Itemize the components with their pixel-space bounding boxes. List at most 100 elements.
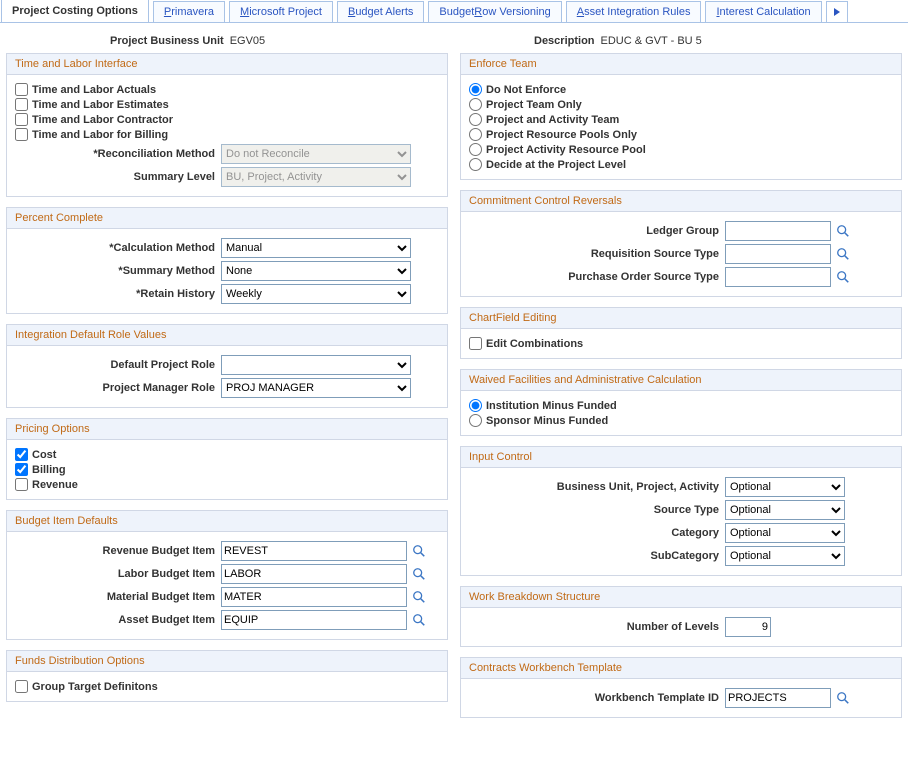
tabs-scroll-right-button[interactable]: [826, 1, 848, 22]
radio-label: Project Resource Pools Only: [486, 129, 637, 141]
tab-strip: Project Costing Options Primavera Micros…: [0, 0, 908, 23]
project-team-only-radio[interactable]: [469, 98, 482, 111]
tab-microsoft-project[interactable]: Microsoft Project: [229, 1, 333, 22]
purchase-order-source-type-input[interactable]: [725, 267, 831, 287]
number-of-levels-input[interactable]: [725, 617, 771, 637]
requisition-source-type-label: Requisition Source Type: [469, 248, 725, 260]
material-budget-item-input[interactable]: [221, 587, 407, 607]
edit-combinations-checkbox[interactable]: [469, 337, 482, 350]
group-title: Time and Labor Interface: [7, 54, 447, 75]
radio-label: Project Team Only: [486, 99, 582, 111]
commitment-control-reversals-group: Commitment Control Reversals Ledger Grou…: [460, 190, 902, 297]
tab-label: Project Costing Options: [12, 5, 138, 17]
project-and-activity-team-radio[interactable]: [469, 113, 482, 126]
tab-asset-integration-rules[interactable]: Asset Integration Rules: [566, 1, 702, 22]
bu-project-activity-select[interactable]: Optional: [725, 477, 845, 497]
cost-checkbox[interactable]: [15, 448, 28, 461]
chartfield-editing-group: ChartField Editing Edit Combinations: [460, 307, 902, 359]
lookup-icon[interactable]: [411, 543, 427, 559]
calculation-method-label: Calculation Method: [15, 242, 221, 254]
workbench-template-id-input[interactable]: [725, 688, 831, 708]
radio-label: Sponsor Minus Funded: [486, 415, 608, 427]
number-of-levels-label: Number of Levels: [469, 621, 725, 633]
institution-minus-funded-radio[interactable]: [469, 399, 482, 412]
tab-budget-row-versioning[interactable]: Budget Row Versioning: [428, 1, 561, 22]
description-label: Description: [534, 35, 595, 47]
checkbox-label: Time and Labor Estimates: [32, 99, 169, 111]
lookup-icon[interactable]: [835, 690, 851, 706]
lookup-icon[interactable]: [835, 246, 851, 262]
checkbox-label: Time and Labor Actuals: [32, 84, 156, 96]
revenue-checkbox[interactable]: [15, 478, 28, 491]
category-select[interactable]: Optional: [725, 523, 845, 543]
ledger-group-input[interactable]: [725, 221, 831, 241]
group-title: Contracts Workbench Template: [461, 658, 901, 679]
enforce-team-group: Enforce Team Do Not Enforce Project Team…: [460, 53, 902, 180]
retain-history-select[interactable]: Weekly: [221, 284, 411, 304]
checkbox-label: Edit Combinations: [486, 338, 583, 350]
decide-at-project-level-radio[interactable]: [469, 158, 482, 171]
sponsor-minus-funded-radio[interactable]: [469, 414, 482, 427]
group-title: Commitment Control Reversals: [461, 191, 901, 212]
checkbox-label: Group Target Definitons: [32, 681, 158, 693]
group-title: Percent Complete: [7, 208, 447, 229]
time-and-labor-contractor-checkbox[interactable]: [15, 113, 28, 126]
retain-history-label: Retain History: [15, 288, 221, 300]
workbench-template-id-label: Workbench Template ID: [469, 692, 725, 704]
lookup-icon[interactable]: [411, 612, 427, 628]
purchase-order-source-type-label: Purchase Order Source Type: [469, 271, 725, 283]
summary-level-label: Summary Level: [15, 171, 221, 183]
group-title: Integration Default Role Values: [7, 325, 447, 346]
tab-primavera[interactable]: Primavera: [153, 1, 225, 22]
time-and-labor-interface-group: Time and Labor Interface Time and Labor …: [6, 53, 448, 197]
group-title: Work Breakdown Structure: [461, 587, 901, 608]
pricing-options-group: Pricing Options Cost Billing Revenue: [6, 418, 448, 500]
group-title: Enforce Team: [461, 54, 901, 75]
project-business-unit-label: Project Business Unit: [110, 35, 224, 47]
group-title: Pricing Options: [7, 419, 447, 440]
tab-budget-alerts[interactable]: Budget Alerts: [337, 1, 424, 22]
time-and-labor-actuals-checkbox[interactable]: [15, 83, 28, 96]
bu-project-activity-label: Business Unit, Project, Activity: [469, 481, 725, 493]
lookup-icon[interactable]: [835, 223, 851, 239]
work-breakdown-structure-group: Work Breakdown Structure Number of Level…: [460, 586, 902, 647]
revenue-budget-item-input[interactable]: [221, 541, 407, 561]
asset-budget-item-input[interactable]: [221, 610, 407, 630]
lookup-icon[interactable]: [835, 269, 851, 285]
project-resource-pools-only-radio[interactable]: [469, 128, 482, 141]
funds-distribution-options-group: Funds Distribution Options Group Target …: [6, 650, 448, 702]
tab-accesskey: P: [164, 6, 171, 18]
labor-budget-item-input[interactable]: [221, 564, 407, 584]
tab-label-pre: Budget: [439, 6, 474, 18]
time-and-labor-for-billing-checkbox[interactable]: [15, 128, 28, 141]
source-type-select[interactable]: Optional: [725, 500, 845, 520]
project-activity-resource-pool-radio[interactable]: [469, 143, 482, 156]
subcategory-label: SubCategory: [469, 550, 725, 562]
billing-checkbox[interactable]: [15, 463, 28, 476]
default-project-role-label: Default Project Role: [15, 359, 221, 371]
tab-project-costing-options[interactable]: Project Costing Options: [1, 0, 149, 22]
do-not-enforce-radio[interactable]: [469, 83, 482, 96]
lookup-icon[interactable]: [411, 589, 427, 605]
summary-level-select[interactable]: BU, Project, Activity: [221, 167, 411, 187]
requisition-source-type-input[interactable]: [725, 244, 831, 264]
tab-label-post: nterest Calculation: [720, 6, 811, 18]
summary-method-select[interactable]: None: [221, 261, 411, 281]
subcategory-select[interactable]: Optional: [725, 546, 845, 566]
contracts-workbench-template-group: Contracts Workbench Template Workbench T…: [460, 657, 902, 718]
reconciliation-method-select[interactable]: Do not Reconcile: [221, 144, 411, 164]
time-and-labor-estimates-checkbox[interactable]: [15, 98, 28, 111]
project-manager-role-select[interactable]: PROJ MANAGER: [221, 378, 411, 398]
default-project-role-select[interactable]: [221, 355, 411, 375]
checkbox-label: Time and Labor Contractor: [32, 114, 173, 126]
category-label: Category: [469, 527, 725, 539]
lookup-icon[interactable]: [411, 566, 427, 582]
tab-label-post: ow Versioning: [482, 6, 551, 18]
tab-accesskey: M: [240, 6, 249, 18]
group-target-definitions-checkbox[interactable]: [15, 680, 28, 693]
reconciliation-method-label: Reconciliation Method: [15, 148, 221, 160]
calculation-method-select[interactable]: Manual: [221, 238, 411, 258]
checkbox-label: Cost: [32, 449, 56, 461]
material-budget-item-label: Material Budget Item: [15, 591, 221, 603]
tab-interest-calculation[interactable]: Interest Calculation: [705, 1, 821, 22]
